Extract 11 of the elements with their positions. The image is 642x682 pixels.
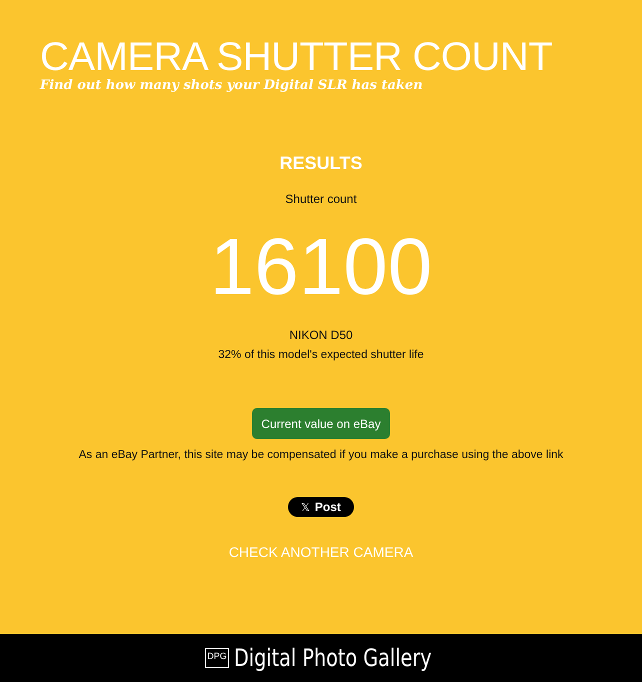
disclaimer-text: As an eBay Partner, this site may be compensated if you make a purchase using the above link xyxy=(78,448,564,462)
shutter-life-text: 32% of this model's expected shutter life xyxy=(218,348,424,362)
shutter-count: 16100 xyxy=(210,222,432,312)
count-label: Shutter count xyxy=(285,192,357,206)
post-button[interactable]: 𝕏 Post xyxy=(288,497,354,517)
site-logo[interactable]: DPG Digital Photo Gallery xyxy=(205,644,437,672)
ebay-value-button[interactable]: Current value on eBay xyxy=(252,408,390,439)
page-subtitle: Find out how many shots your Digital SLR has taken xyxy=(40,78,424,94)
page-title: CAMERA SHUTTER COUNT xyxy=(40,36,554,78)
results-heading: RESULTS xyxy=(280,152,362,174)
camera-model: NIKON D50 xyxy=(289,328,353,342)
